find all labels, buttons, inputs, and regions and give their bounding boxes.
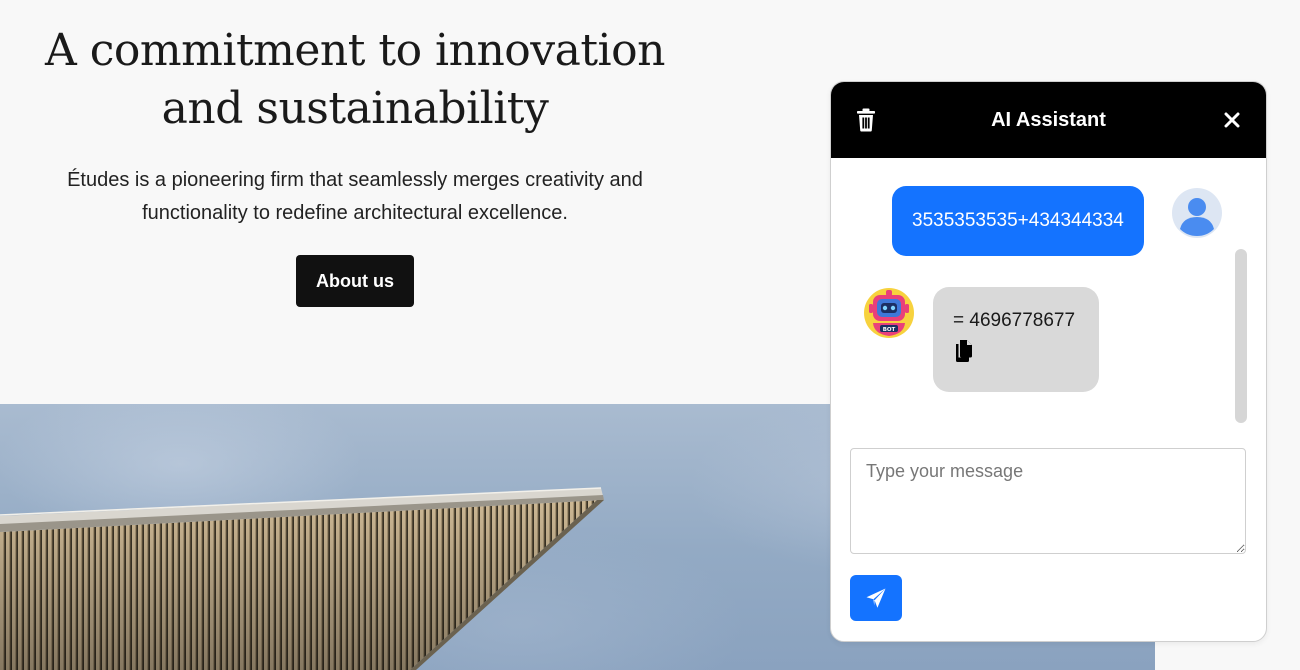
bot-message-text: = 4696778677	[953, 310, 1076, 331]
user-avatar-icon	[1172, 188, 1222, 238]
message-list: 3535353535+434344334 BOT = 4696778677	[831, 159, 1266, 423]
about-us-button[interactable]: About us	[296, 255, 414, 307]
chat-widget: AI Assistant 3535353535+434344334 BOT = …	[830, 81, 1267, 642]
send-icon	[850, 587, 902, 609]
close-icon[interactable]	[1222, 110, 1242, 130]
hero-title-line-1: A commitment to innovation	[45, 25, 665, 76]
svg-text:BOT: BOT	[883, 327, 896, 333]
chat-title: AI Assistant	[991, 109, 1106, 131]
chat-header: AI Assistant	[831, 82, 1266, 158]
hero-title-line-2: and sustainability	[161, 83, 549, 134]
user-message-bubble: 3535353535+434344334	[892, 186, 1144, 256]
hero-description-line-1: Études is a pioneering firm that seamles…	[67, 169, 643, 191]
hero-description: Études is a pioneering firm that seamles…	[15, 164, 695, 230]
bot-avatar-icon: BOT	[863, 287, 915, 339]
message-input[interactable]	[850, 448, 1246, 554]
copy-icon[interactable]	[953, 339, 975, 363]
bot-message-bubble: = 4696778677	[933, 287, 1099, 392]
hero-description-line-2: functionality to redefine architectural …	[142, 202, 568, 224]
message-list-scrollbar[interactable]	[1235, 249, 1247, 423]
hero-section: A commitment to innovation and sustainab…	[0, 0, 710, 307]
send-button[interactable]	[850, 575, 902, 621]
hero-title: A commitment to innovation and sustainab…	[0, 22, 710, 138]
